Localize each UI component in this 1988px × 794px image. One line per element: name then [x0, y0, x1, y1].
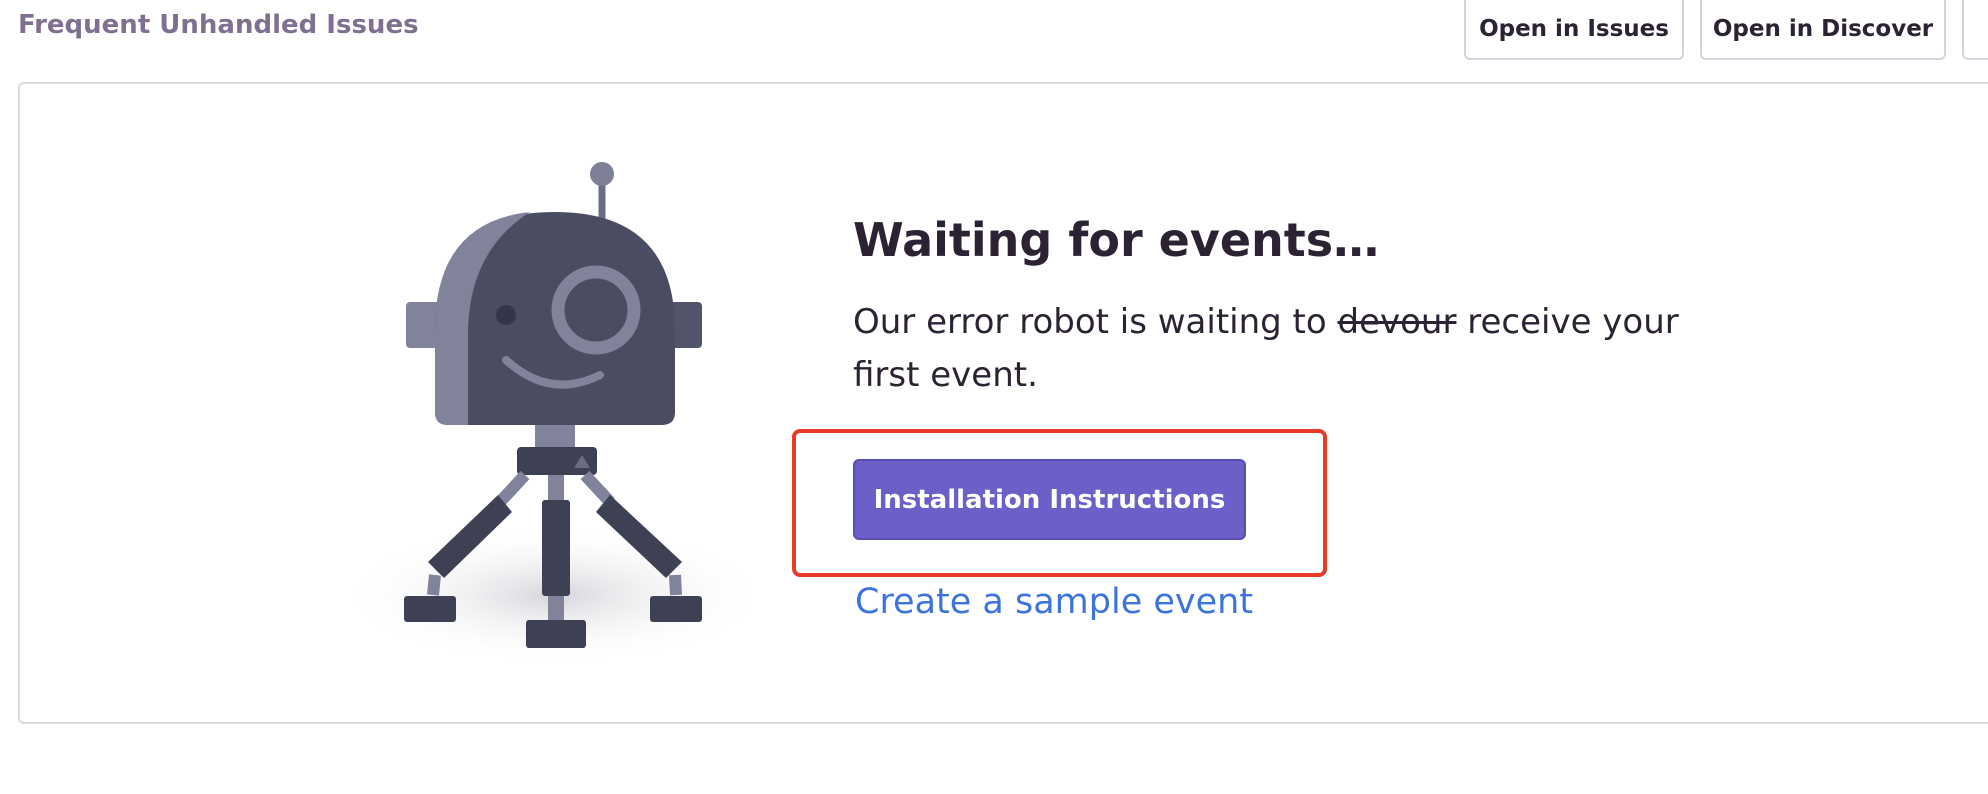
empty-state-description: Our error robot is waiting to devour rec… — [853, 296, 1733, 402]
desc-strikethrough: devour — [1337, 302, 1457, 342]
create-sample-event-link[interactable]: Create a sample event — [855, 582, 1253, 622]
empty-state-heading: Waiting for events… — [853, 213, 1380, 267]
section-title: Frequent Unhandled Issues — [18, 10, 419, 40]
widget-header: Frequent Unhandled Issues Open in Issues… — [0, 0, 1988, 80]
empty-state-panel — [18, 82, 1988, 724]
more-button[interactable] — [1962, 0, 1988, 60]
open-in-issues-button[interactable]: Open in Issues — [1464, 0, 1684, 60]
open-in-discover-button[interactable]: Open in Discover — [1700, 0, 1946, 60]
installation-instructions-button[interactable]: Installation Instructions — [853, 459, 1246, 540]
desc-prefix: Our error robot is waiting to — [853, 302, 1338, 342]
empty-state-content: Waiting for events… Our error robot is w… — [853, 204, 1753, 402]
robot-illustration — [340, 162, 770, 665]
